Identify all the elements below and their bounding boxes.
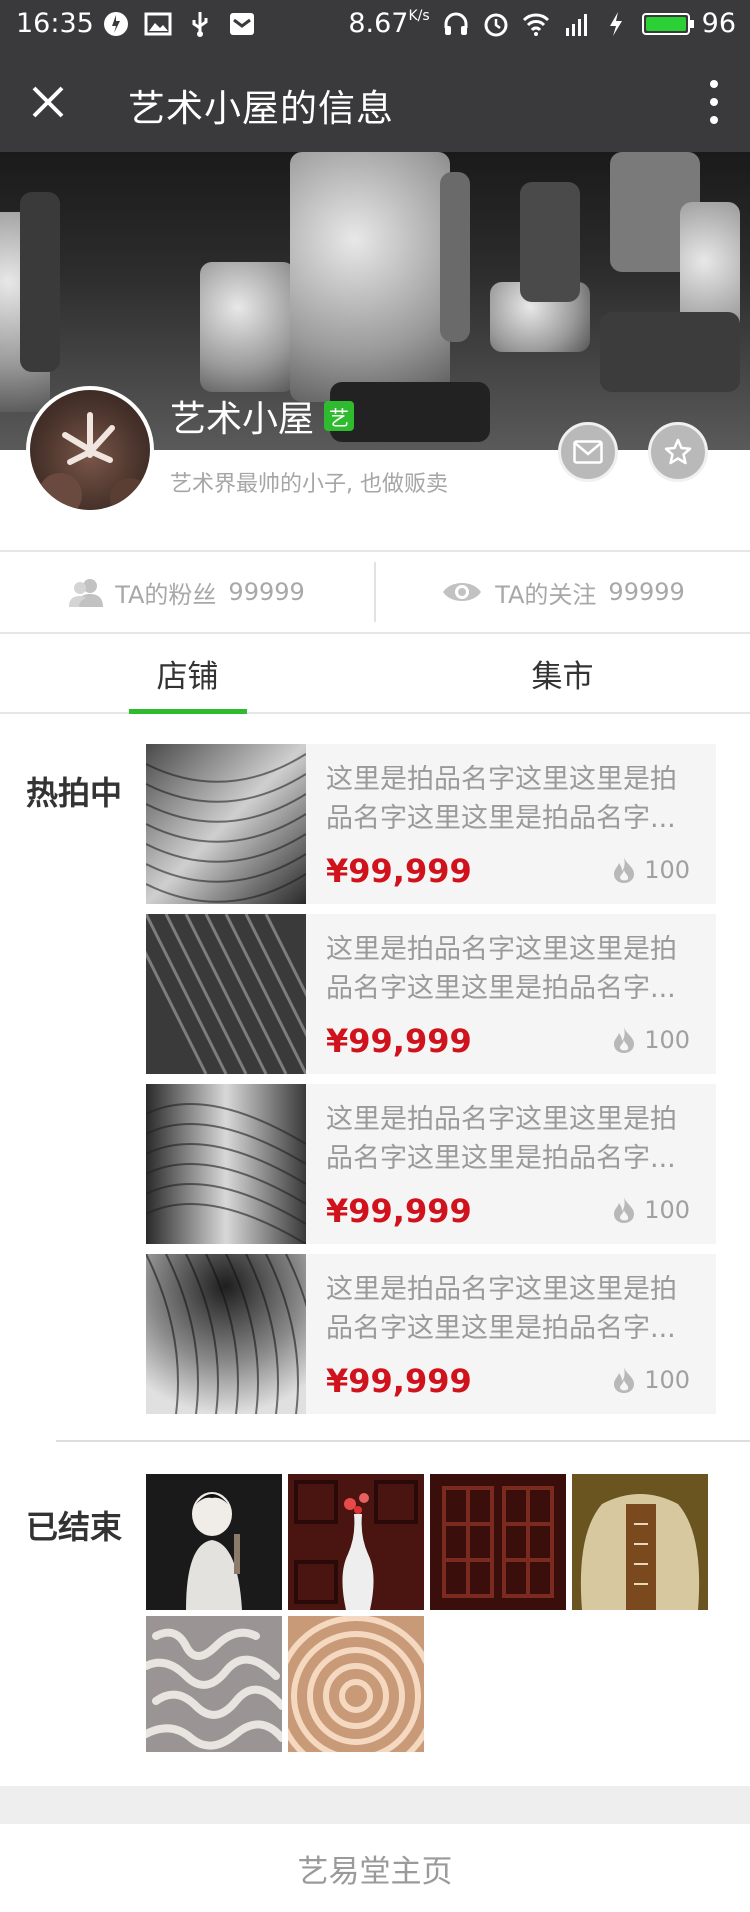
status-bar: 16:35 8.67K/s 96 [0,0,750,52]
auction-card[interactable]: 这里是拍品名字这里这里是拍品名字这里这里是拍品名字... ¥99,999 100 [146,1084,716,1244]
stats-row: TA的粉丝 99999 TA的关注 99999 [0,552,750,632]
item-thumbnail [146,914,306,1074]
item-thumbnail [146,1084,306,1244]
item-thumbnail [146,744,306,904]
item-name: 这里是拍品名字这里这里是拍品名字这里这里是拍品名字... [326,934,677,1004]
status-time: 16:35 [16,8,94,39]
item-heat-count: 100 [644,856,690,884]
auction-card[interactable]: 这里是拍品名字这里这里是拍品名字这里这里是拍品名字... ¥99,999 100 [146,744,716,904]
footer-spacer [0,1786,750,1824]
user-bio: 艺术界最帅的小子, 也做贩卖 [170,472,448,497]
auction-card[interactable]: 这里是拍品名字这里这里是拍品名字这里这里是拍品名字... ¥99,999 100 [146,914,716,1074]
battery-level: 96 [701,8,736,39]
signal-4g-icon [565,13,587,36]
tab-store[interactable]: 店铺 [0,634,375,712]
flame-icon [614,1027,635,1053]
eye-icon [443,583,482,601]
usb-icon [192,12,208,37]
message-button[interactable] [558,422,618,482]
item-heat: 100 [612,856,690,884]
homepage-link[interactable]: 艺易堂主页 [0,1824,750,1912]
ended-section-label: 已结束 [26,1508,123,1546]
item-heat: 100 [612,1366,690,1394]
item-name: 这里是拍品名字这里这里是拍品名字这里这里是拍品名字... [326,764,677,834]
app-notification-icon [104,12,128,36]
following-label: TA的关注 [495,580,597,609]
ended-item-thumbnail[interactable] [288,1474,424,1610]
avatar-image [38,412,150,510]
flame-icon [614,857,635,883]
users-icon [69,579,104,607]
ended-item-thumbnail[interactable] [572,1474,708,1610]
following-count: 99999 [608,578,685,606]
item-heat-count: 100 [644,1196,690,1224]
mail-box-icon [230,13,254,35]
nav-bar: 艺术小屋的信息 [0,52,750,152]
status-right: 8.67K/s 96 [348,8,736,39]
ended-item-thumbnail[interactable] [146,1616,282,1752]
alarm-icon [484,13,508,36]
item-name: 这里是拍品名字这里这里是拍品名字这里这里是拍品名字... [326,1274,677,1344]
battery-icon [641,12,694,35]
image-icon [144,12,172,36]
ended-item-thumbnail[interactable] [288,1616,424,1752]
item-price: ¥99,999 [326,1362,472,1400]
flame-icon [614,1197,635,1223]
tab-bar: 店铺 集市 [0,634,750,714]
favorite-button[interactable] [648,422,708,482]
item-heat-count: 100 [644,1026,690,1054]
followers-stat[interactable]: TA的粉丝 99999 [0,552,374,632]
item-heat: 100 [612,1026,690,1054]
verified-badge: 艺 [324,401,355,431]
flame-icon [614,1367,635,1393]
following-stat[interactable]: TA的关注 99999 [376,552,750,632]
item-heat: 100 [612,1196,690,1224]
hot-section-label: 热拍中 [26,774,123,812]
more-vertical-icon[interactable] [708,78,720,126]
username-text: 艺术小屋 [170,399,315,440]
item-price: ¥99,999 [326,1192,472,1230]
item-heat-count: 100 [644,1366,690,1394]
net-speed: 8.67K/s [348,8,430,39]
followers-count: 99999 [228,578,305,606]
ended-item-thumbnail[interactable] [146,1474,282,1610]
wifi-icon [522,13,549,36]
close-icon[interactable] [28,82,68,122]
star-icon [664,438,692,465]
charging-icon [609,11,622,36]
item-price: ¥99,999 [326,1022,472,1060]
tab-market[interactable]: 集市 [375,634,750,712]
mail-icon [573,440,603,464]
headphones-icon [444,12,468,35]
ended-item-thumbnail[interactable] [430,1474,566,1610]
page-title: 艺术小屋的信息 [128,87,394,130]
username: 艺术小屋 艺 [170,390,355,442]
followers-label: TA的粉丝 [115,580,217,609]
auction-card[interactable]: 这里是拍品名字这里这里是拍品名字这里这里是拍品名字... ¥99,999 100 [146,1254,716,1414]
item-price: ¥99,999 [326,852,472,890]
section-divider [56,1440,750,1442]
item-name: 这里是拍品名字这里这里是拍品名字这里这里是拍品名字... [326,1104,677,1174]
item-thumbnail [146,1254,306,1414]
status-left-icons [102,10,256,38]
avatar[interactable] [26,386,154,514]
